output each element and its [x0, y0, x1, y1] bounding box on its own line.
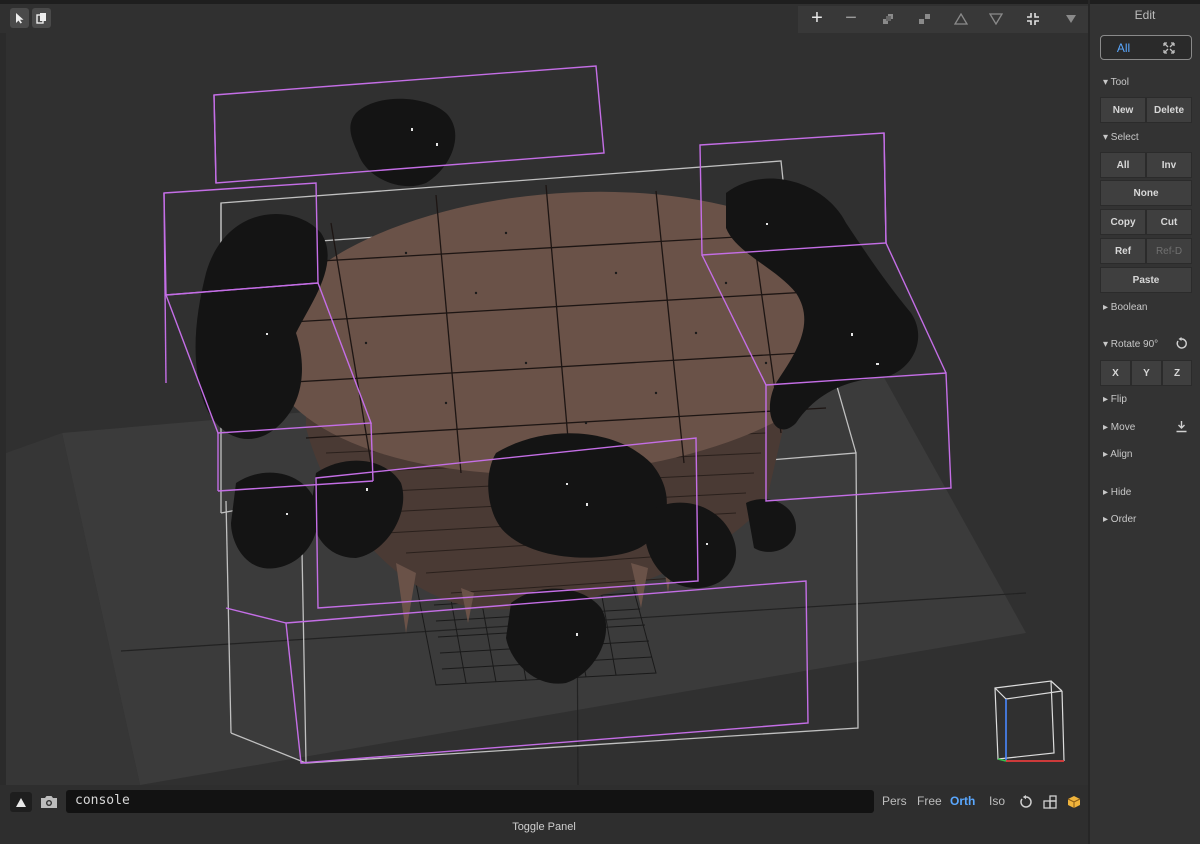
reset-view-button[interactable] — [1015, 792, 1037, 812]
panel-top-edge — [1090, 0, 1200, 4]
section-flip[interactable]: ▸ Flip — [1103, 394, 1127, 405]
axis-gizmo-cube[interactable] — [994, 680, 1065, 762]
grid-layout-icon — [1043, 795, 1057, 809]
ref-button[interactable]: Ref — [1100, 238, 1146, 264]
panel-title: Edit — [1134, 8, 1156, 22]
section-order[interactable]: ▸ Order — [1103, 514, 1136, 525]
layout-button[interactable] — [1039, 792, 1061, 812]
fit-view-button[interactable] — [1022, 6, 1044, 31]
top-toolbar: + − — [0, 0, 1088, 33]
view-iso-button[interactable]: Iso — [989, 794, 1005, 808]
object-cube-button[interactable] — [1063, 792, 1085, 812]
scene-canvas[interactable] — [6, 33, 1088, 785]
expand-icon — [1162, 41, 1175, 54]
more-options-button[interactable] — [1060, 6, 1082, 31]
section-hide[interactable]: ▸ Hide — [1103, 487, 1131, 498]
view-orth-button[interactable]: Orth — [950, 794, 975, 808]
section-tool[interactable]: ▾ Tool — [1103, 77, 1129, 88]
download-icon[interactable] — [1175, 420, 1188, 436]
camera-icon — [41, 796, 57, 808]
bottom-bar: console Pers Free Orth Iso Toggle Panel — [0, 785, 1088, 844]
triangle-up-icon — [16, 797, 26, 807]
duplicate-tool-button[interactable] — [32, 8, 51, 28]
scope-toggle: All — [1100, 35, 1192, 60]
minus-icon: − — [845, 7, 857, 29]
cube-icon — [1067, 796, 1081, 808]
rotate-x-button[interactable]: X — [1100, 360, 1131, 386]
new-button[interactable]: New — [1100, 97, 1146, 123]
view-free-button[interactable]: Free — [917, 794, 942, 808]
section-select[interactable]: ▾ Select — [1103, 132, 1139, 143]
triangle-up-button[interactable] — [950, 6, 972, 31]
zoom-in-button[interactable]: + — [806, 6, 828, 31]
triangle-down-button[interactable] — [985, 6, 1007, 31]
pointer-icon — [15, 13, 23, 24]
move-back-button[interactable] — [914, 6, 936, 31]
compress-icon — [1027, 12, 1039, 25]
triangle-down-icon — [989, 12, 1003, 25]
layers-back-icon — [919, 13, 930, 24]
expand-scope-button[interactable] — [1146, 36, 1191, 59]
ref-d-button[interactable]: Ref-D — [1146, 238, 1192, 264]
triangle-up-icon — [954, 12, 968, 25]
tree-top-cluster — [350, 98, 456, 187]
section-boolean[interactable]: ▸ Boolean — [1103, 302, 1148, 313]
3d-viewport[interactable] — [6, 33, 1088, 785]
copy-button[interactable]: Copy — [1100, 209, 1146, 235]
delete-button[interactable]: Delete — [1146, 97, 1192, 123]
toggle-console-button[interactable] — [10, 792, 32, 812]
pointer-tool-button[interactable] — [10, 8, 29, 28]
cut-button[interactable]: Cut — [1146, 209, 1192, 235]
view-pers-button[interactable]: Pers — [882, 794, 907, 808]
select-invert-button[interactable]: Inv — [1146, 152, 1192, 178]
paste-button[interactable]: Paste — [1100, 267, 1192, 293]
section-move[interactable]: ▸ Move — [1103, 422, 1135, 433]
select-none-button[interactable]: None — [1100, 180, 1192, 206]
select-all-button[interactable]: All — [1100, 152, 1146, 178]
plus-icon: + — [811, 7, 823, 29]
section-align[interactable]: ▸ Align — [1103, 449, 1132, 460]
scope-all-button[interactable]: All — [1101, 36, 1146, 59]
toggle-panel-button[interactable]: Toggle Panel — [0, 821, 1088, 833]
zoom-out-button[interactable]: − — [840, 6, 862, 31]
layers-front-icon — [883, 13, 893, 24]
caret-down-icon — [1066, 14, 1076, 23]
rotate-y-button[interactable]: Y — [1131, 360, 1162, 386]
move-front-button[interactable] — [878, 6, 900, 31]
screenshot-button[interactable] — [38, 792, 60, 812]
rotate-z-button[interactable]: Z — [1162, 360, 1192, 386]
edit-panel: Edit All ▾ Tool New Delete ▾ Select All … — [1088, 0, 1200, 844]
duplicate-icon — [36, 13, 46, 24]
section-rotate[interactable]: ▾ Rotate 90° — [1103, 339, 1158, 350]
rotate-reset-icon[interactable] — [1175, 337, 1188, 353]
rotate-icon — [1020, 795, 1032, 808]
console-input[interactable]: console — [66, 790, 874, 813]
